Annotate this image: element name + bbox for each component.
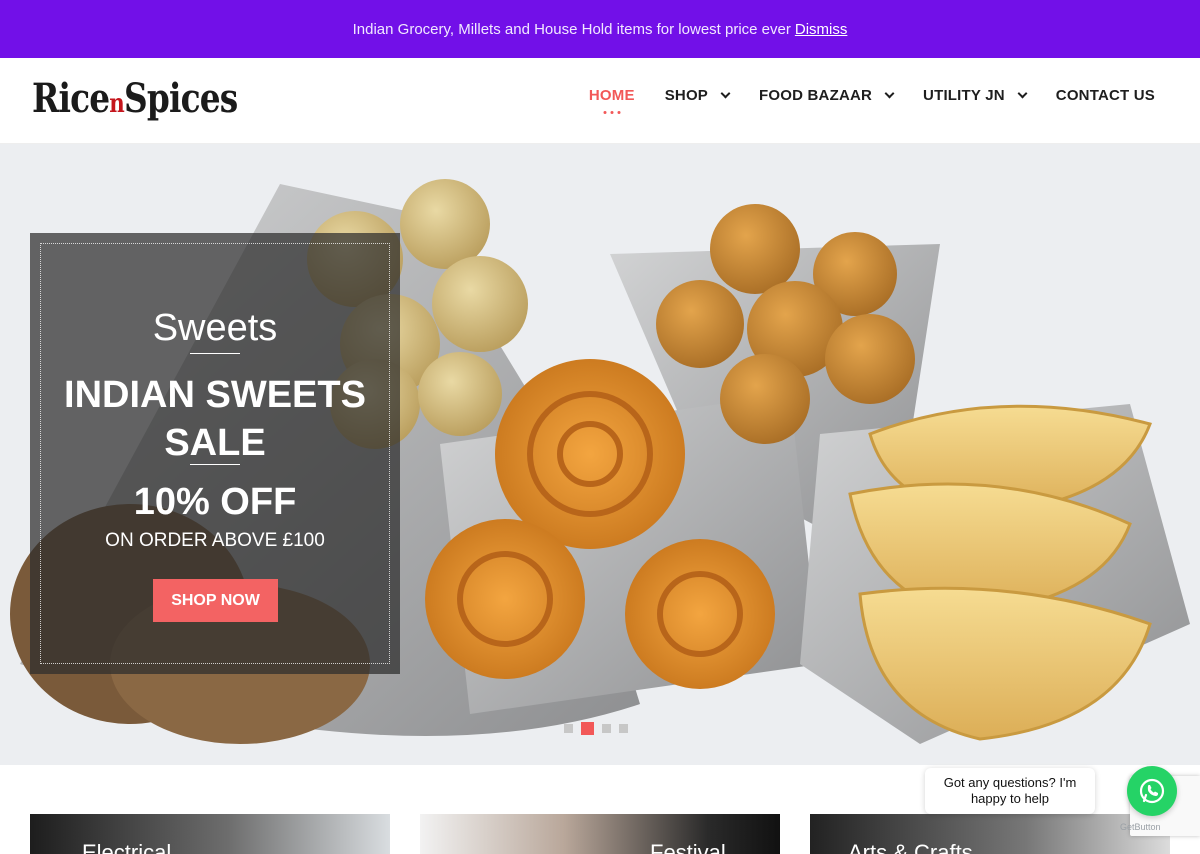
slide-dot-2[interactable] (581, 722, 594, 735)
chat-greeting[interactable]: Got any questions? I'm happy to help (925, 768, 1095, 814)
nav-shop[interactable]: SHOP (665, 87, 731, 104)
hero-slider: Sweets INDIAN SWEETS SALE 10% OFF ON ORD… (0, 144, 1200, 765)
notice-bar: Indian Grocery, Millets and House Hold i… (0, 0, 1200, 58)
site-header: RicenSpices HOME SHOP FOOD BAZAAR UTILIT… (0, 58, 1200, 144)
nav-utility-jn[interactable]: UTILITY JN (923, 87, 1028, 104)
main-nav: HOME SHOP FOOD BAZAAR UTILITY JN CONTACT… (559, 58, 1155, 132)
logo-wordmark: RicenSpices (32, 74, 238, 122)
dismiss-link[interactable]: Dismiss (795, 21, 848, 38)
chevron-down-icon (1017, 88, 1028, 98)
whatsapp-button[interactable] (1127, 766, 1177, 816)
nav-food-bazaar[interactable]: FOOD BAZAAR (759, 87, 895, 104)
slide-dot-1[interactable] (564, 724, 573, 733)
slide-subtitle: Sweets (152, 307, 278, 349)
divider (190, 464, 240, 465)
nav-home[interactable]: HOME (589, 87, 635, 114)
site-logo[interactable]: RicenSpices (32, 72, 252, 124)
category-label: Arts & Crafts (848, 840, 973, 854)
divider (190, 353, 240, 354)
chat-message: Got any questions? I'm happy to help (943, 775, 1077, 806)
notice-text: Indian Grocery, Millets and House Hold i… (352, 20, 791, 38)
slide-dot-3[interactable] (602, 724, 611, 733)
offer-condition: ON ORDER ABOVE £100 (105, 530, 325, 551)
chevron-down-icon (720, 88, 731, 98)
category-tile-festival[interactable]: Festival (420, 814, 780, 854)
category-tile-electrical[interactable]: Electrical (30, 814, 390, 854)
category-tile-arts-crafts[interactable]: Arts & Crafts (810, 814, 1170, 854)
slide-title: INDIAN SWEETS SALE (64, 374, 366, 464)
slider-pagination (564, 722, 628, 735)
slide-dot-4[interactable] (619, 724, 628, 733)
category-label: Electrical (82, 840, 172, 854)
shop-now-button[interactable]: SHOP NOW (153, 579, 278, 622)
getbutton-credit[interactable]: GetButton (1120, 822, 1161, 832)
nav-contact-us[interactable]: CONTACT US (1056, 87, 1155, 104)
chevron-down-icon (884, 88, 895, 98)
promo-panel: Sweets INDIAN SWEETS SALE 10% OFF ON ORD… (30, 233, 400, 674)
whatsapp-icon (1139, 778, 1165, 804)
category-label: Festival (650, 840, 726, 854)
active-indicator (603, 110, 621, 114)
discount-text: 10% OFF (133, 481, 297, 523)
